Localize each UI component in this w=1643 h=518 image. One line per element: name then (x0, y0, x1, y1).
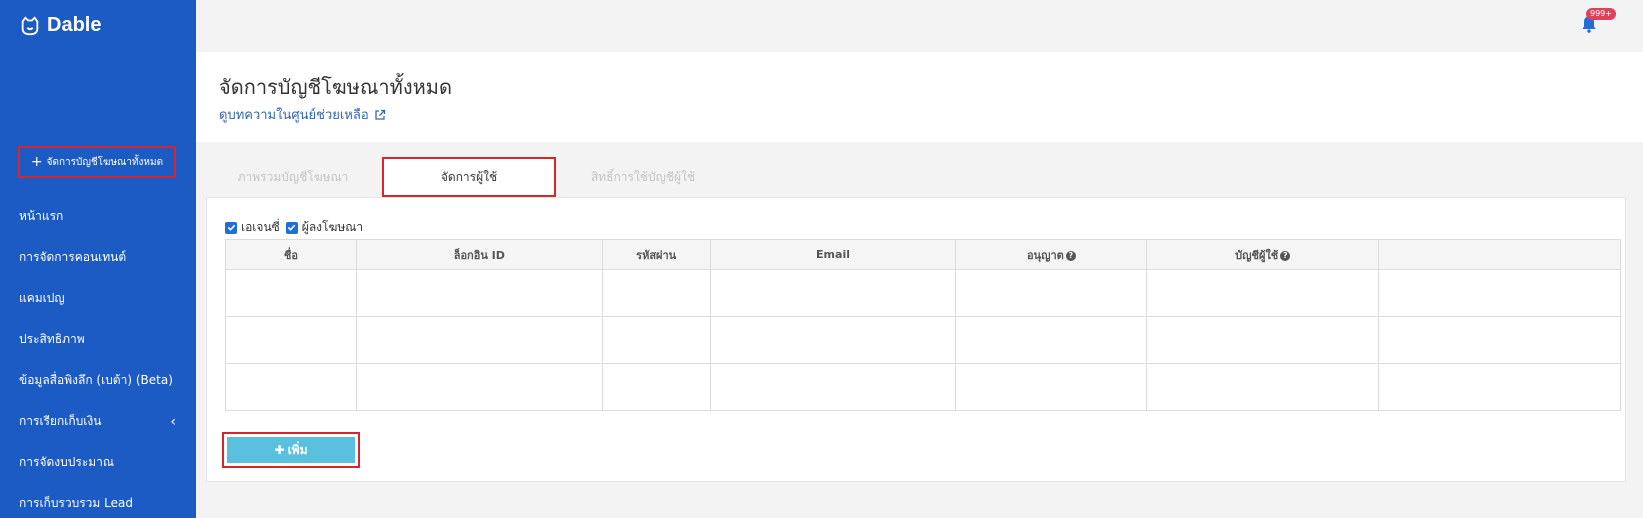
column-header-email[interactable]: Email (709, 239, 957, 270)
sidebar-menu: หน้าแรก การจัดการคอนเทนต์ แคมเปญ ประสิทธ… (0, 196, 196, 518)
sidebar-item-billing[interactable]: การเรียกเก็บเงิน ‹ (0, 401, 196, 442)
filter-advertiser[interactable]: ผู้ลงโฆษณา (285, 218, 363, 237)
page-header: จัดการบัญชีโฆษณาทั้งหมด ดูบทความในศูนย์ช… (196, 52, 1643, 142)
tab-account-permissions[interactable]: สิทธิ์การใช้บัญชีผู้ใช้ (556, 157, 730, 197)
sidebar-item-campaign[interactable]: แคมเปญ (0, 278, 196, 319)
advertiser-checkbox[interactable] (285, 221, 298, 234)
dable-logo-icon (21, 15, 39, 35)
table-header-row: ชื่อ ล็อกอิน ID รหัสผ่าน Email อนุญาต? บ… (225, 239, 1621, 270)
topbar: 999+ (196, 0, 1643, 52)
filter-agency[interactable]: เอเจนซี่ (225, 218, 280, 237)
table-row (225, 363, 1621, 411)
logo[interactable]: Dable (19, 14, 101, 37)
add-user-button[interactable]: ✚ เพิ่ม (222, 432, 360, 468)
tab-ad-account-overview[interactable]: ภาพรวมบัญชีโฆษณา (206, 157, 380, 197)
plus-icon: ✚ (274, 443, 285, 457)
sidebar-item-home[interactable]: หน้าแรก (0, 196, 196, 237)
users-table: ชื่อ ล็อกอิน ID รหัสผ่าน Email อนุญาต? บ… (225, 239, 1621, 411)
column-header-actions (1378, 239, 1621, 270)
sidebar-item-content[interactable]: การจัดการคอนเทนต์ (0, 237, 196, 278)
manage-all-ad-accounts-button[interactable]: + จัดการบัญชีโฆษณาทั้งหมด (18, 146, 176, 178)
question-icon[interactable]: ? (1065, 250, 1076, 261)
sidebar: Dable + จัดการบัญชีโฆษณาทั้งหมด หน้าแรก … (0, 0, 196, 518)
logo-text: Dable (47, 14, 102, 36)
users-panel: เอเจนซี่ ผู้ลงโฆษณา ชื่อ ล็อกอิน ID รหัส… (206, 197, 1626, 482)
sidebar-item-lead[interactable]: การเก็บรวบรวม Lead (0, 483, 196, 518)
column-header-permission[interactable]: อนุญาต? (955, 239, 1148, 270)
column-header-password[interactable]: รหัสผ่าน (601, 239, 711, 270)
sidebar-item-performance[interactable]: ประสิทธิภาพ (0, 319, 196, 360)
manage-all-ad-accounts-label: จัดการบัญชีโฆษณาทั้งหมด (46, 156, 164, 168)
plus-icon: + (30, 154, 43, 170)
notification-badge: 999+ (1586, 8, 1616, 20)
sidebar-item-budget[interactable]: การจัดงบประมาณ (0, 442, 196, 483)
sidebar-item-media-insights[interactable]: ข้อมูลสื่อพิงลึก (เบต้า) (Beta) (0, 360, 196, 401)
tab-manage-users[interactable]: จัดการผู้ใช้ (382, 157, 556, 197)
column-header-name[interactable]: ชื่อ (225, 239, 357, 270)
filters: เอเจนซี่ ผู้ลงโฆษณา (225, 218, 363, 237)
column-header-user-account[interactable]: บัญชีผู้ใช้? (1146, 239, 1380, 270)
page-title: จัดการบัญชีโฆษณาทั้งหมด (219, 75, 452, 99)
agency-checkbox[interactable] (225, 221, 237, 234)
column-header-login-id[interactable]: ล็อกอิน ID (355, 239, 603, 270)
help-center-link[interactable]: ดูบทความในศูนย์ช่วยเหลือ (219, 104, 386, 125)
table-row (225, 316, 1621, 364)
external-link-icon (375, 109, 385, 120)
chevron-left-icon: ‹ (170, 413, 176, 430)
question-icon[interactable]: ? (1280, 250, 1291, 261)
table-row (225, 269, 1621, 317)
